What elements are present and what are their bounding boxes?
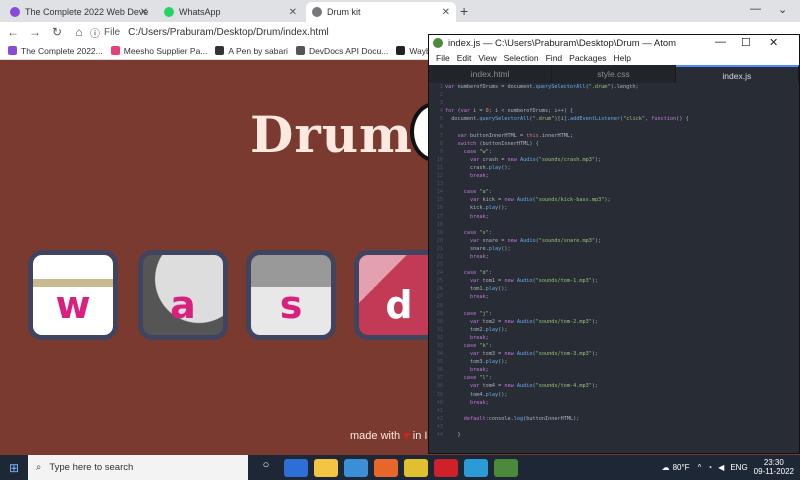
tab-whatsapp[interactable]: WhatsApp ✕: [158, 2, 303, 22]
page-title: Drum: [250, 105, 413, 164]
bookmark-item[interactable]: Meesho Supplier Pa...: [110, 45, 208, 56]
menu-selection[interactable]: Selection: [504, 53, 539, 63]
atom-icon: [433, 38, 443, 48]
udemy-icon: [8, 46, 17, 55]
drum-button-d[interactable]: d: [354, 250, 430, 340]
drum-button-s[interactable]: s: [246, 250, 336, 340]
udemy-icon: [10, 7, 20, 17]
footer-text: made with: [350, 430, 401, 442]
bookmark-label: DevDocs API Docu...: [308, 45, 389, 56]
drum-key-label: d: [385, 283, 413, 327]
ie-icon[interactable]: [464, 458, 488, 477]
line-numbers: 1 2 3 4 5 6 7 8 9 10 11 12 13 14 15 16 17 18 19 20 21 22 23 24 2…: [436, 84, 443, 439]
atom-window: index.js — C:\Users\Praburam\Desktop\Dru…: [428, 34, 800, 454]
menu-file[interactable]: File: [436, 53, 450, 63]
edge-icon[interactable]: [284, 458, 308, 477]
menu-help[interactable]: Help: [614, 53, 631, 63]
mail-icon[interactable]: [344, 458, 368, 477]
atom-tab-bar: index.html style.css index.js: [429, 65, 799, 83]
chevron-down-icon[interactable]: ⌄: [778, 3, 787, 16]
new-tab-button[interactable]: +: [460, 3, 468, 19]
forward-icon[interactable]: →: [26, 25, 44, 39]
home-icon[interactable]: ⌂: [70, 25, 88, 39]
drum-key-label: a: [170, 283, 196, 327]
tab-label: WhatsApp: [179, 7, 221, 17]
tab-label: Drum kit: [327, 7, 361, 17]
address-bar[interactable]: ⓘ File C:/Users/Praburam/Desktop/Drum/in…: [90, 24, 329, 40]
menu-edit[interactable]: Edit: [457, 53, 472, 63]
tab-index-js[interactable]: index.js: [675, 65, 799, 83]
tab-label: The Complete 2022 Web Develo: [25, 7, 148, 17]
drum-button-w[interactable]: w: [28, 250, 118, 340]
clock-time: 23:30: [763, 458, 784, 467]
minimize-icon[interactable]: —: [750, 3, 761, 15]
bookmark-item[interactable]: A Pen by sabari: [215, 46, 288, 56]
tab-web-develop[interactable]: The Complete 2022 Web Develo ✕: [4, 2, 154, 22]
atom-menu-bar: File Edit View Selection Find Packages H…: [429, 51, 799, 65]
close-icon[interactable]: ✕: [442, 7, 450, 18]
devdocs-icon: [295, 46, 305, 55]
bookmark-label: The Complete 2022...: [21, 45, 103, 56]
footer-tail: in I: [412, 430, 428, 442]
drum-kit-page: Drum w a s d made with ♥ in I: [0, 60, 430, 455]
minimize-icon[interactable]: —: [715, 36, 726, 48]
chrome-icon[interactable]: [404, 458, 428, 477]
wayback-icon: [396, 46, 406, 55]
file-explorer-icon[interactable]: [314, 458, 338, 477]
wifi-icon[interactable]: ◔: [707, 463, 712, 472]
task-view-icon[interactable]: ○: [254, 459, 278, 477]
close-icon[interactable]: ✕: [769, 36, 778, 49]
codepen-icon: [215, 46, 225, 55]
opera-icon[interactable]: [434, 458, 458, 477]
weather-temp: 80°F: [672, 462, 690, 472]
search-placeholder: Type here to search: [49, 462, 134, 473]
drum-key-label: w: [55, 283, 91, 327]
taskbar-search[interactable]: ⌕ Type here to search: [28, 455, 248, 480]
clock-date: 09-11-2022: [753, 467, 794, 476]
tab-index-html[interactable]: index.html: [429, 65, 553, 83]
drum-button-a[interactable]: a: [138, 250, 228, 340]
close-icon[interactable]: ✕: [289, 7, 297, 18]
maximize-icon[interactable]: ☐: [741, 36, 751, 49]
back-icon[interactable]: ←: [4, 25, 22, 39]
bookmark-label: Meesho Supplier Pa...: [123, 45, 208, 56]
browser-tab-strip: The Complete 2022 Web Develo ✕ WhatsApp …: [0, 0, 800, 22]
drum-key-label: s: [279, 283, 303, 327]
taskbar-clock[interactable]: 23:30 09-11-2022: [754, 458, 794, 476]
atom-title-bar: index.js — C:\Users\Praburam\Desktop\Dru…: [429, 35, 799, 51]
search-icon: ⌕: [36, 462, 42, 473]
atom-window-title: index.js — C:\Users\Praburam\Desktop\Dru…: [448, 37, 677, 49]
menu-packages[interactable]: Packages: [569, 53, 606, 63]
bookmark-item[interactable]: The Complete 2022...: [8, 46, 103, 56]
code-editor[interactable]: 1 2 3 4 5 6 7 8 9 10 11 12 13 14 15 16 17 18 19 20 21 22 23 24 2…: [429, 83, 800, 455]
url-text: C:/Users/Praburam/Desktop/Drum/index.htm…: [128, 26, 329, 38]
weather-icon: ☁: [661, 462, 670, 472]
whatsapp-icon: [164, 7, 174, 17]
firefox-icon[interactable]: [374, 458, 398, 477]
bookmark-item[interactable]: DevDocs API Docu...: [295, 45, 389, 56]
meesho-icon: [110, 46, 120, 55]
tab-drum-kit[interactable]: Drum kit ✕: [306, 2, 456, 22]
close-icon[interactable]: ✕: [140, 7, 148, 18]
drum-logo-icon: [410, 102, 430, 162]
info-icon: ⓘ: [90, 28, 100, 40]
reload-icon[interactable]: ↻: [48, 25, 66, 39]
atom-taskbar-icon[interactable]: [494, 458, 518, 477]
menu-view[interactable]: View: [478, 53, 496, 63]
tab-style-css[interactable]: style.css: [552, 65, 676, 83]
windows-taskbar: ⊞ ⌕ Type here to search ○ ☁ 80°F ^ ◔ ◀ E…: [0, 455, 800, 480]
system-tray: ☁ 80°F ^ ◔ ◀ ENG 23:30 09-11-2022: [662, 458, 794, 476]
bookmark-label: A Pen by sabari: [228, 45, 288, 56]
footer-credit: made with ♥ in I: [350, 430, 427, 442]
heart-icon: ♥: [403, 430, 410, 442]
chevron-up-icon[interactable]: ^: [698, 463, 702, 472]
language-indicator[interactable]: ENG: [730, 463, 747, 472]
volume-icon[interactable]: ◀: [718, 463, 724, 472]
globe-icon: [312, 7, 322, 17]
file-label: File: [104, 26, 121, 38]
menu-find[interactable]: Find: [546, 53, 563, 63]
code-text: var numberofDrums = document.querySelect…: [445, 84, 689, 439]
windows-start-icon[interactable]: ⊞: [0, 461, 28, 475]
